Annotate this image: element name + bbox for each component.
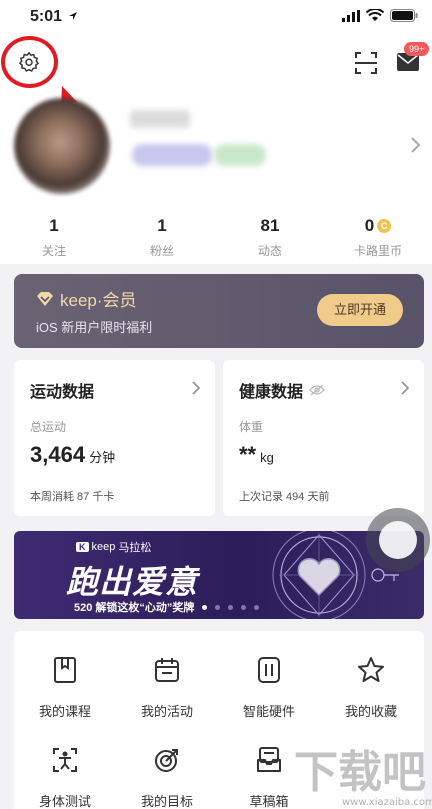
assistive-touch-inner bbox=[379, 521, 417, 559]
watermark-logo: 下载吧 www.xiazaiba.com bbox=[294, 747, 432, 808]
annotation-circle bbox=[1, 36, 58, 88]
watermark-text: 下载吧 bbox=[294, 747, 426, 798]
stat-label: 卡路里币 bbox=[353, 244, 402, 258]
body-test-icon bbox=[53, 748, 77, 772]
coin-icon: C bbox=[377, 219, 392, 233]
banner-brand-suffix: 马拉松 bbox=[118, 542, 152, 554]
grid-item-label: 我的活动 bbox=[140, 704, 193, 719]
grid-item-label: 身体测试 bbox=[38, 794, 91, 809]
health-card-title: 健康数据 bbox=[239, 384, 304, 401]
carousel-dots bbox=[202, 605, 259, 610]
sport-data-card[interactable]: 运动数据 总运动 3,464 分钟 本周消耗 87 千卡 bbox=[14, 360, 215, 516]
cellular-signal-icon bbox=[342, 9, 360, 22]
profile-header: 99+ 1 关注 1 粉丝 81 动态 0 C 卡路里币 bbox=[0, 34, 432, 264]
stat-value: 81 bbox=[260, 216, 280, 235]
chevron-right-icon[interactable] bbox=[410, 136, 422, 154]
sport-card-title: 运动数据 bbox=[30, 384, 95, 401]
stat-label: 动态 bbox=[257, 244, 282, 258]
health-card-value: ** kg bbox=[239, 442, 274, 468]
grid-item-smart-hardware[interactable]: 智能硬件 bbox=[218, 655, 320, 720]
watermark-url: www.xiazaiba.com bbox=[342, 797, 432, 808]
username-blurred bbox=[130, 110, 190, 128]
notification-badge: 99+ bbox=[404, 42, 430, 56]
grid-item-favorites[interactable]: 我的收藏 bbox=[320, 655, 422, 720]
open-membership-button[interactable]: 立即开通 bbox=[317, 294, 403, 326]
grid-item-activities[interactable]: 我的活动 bbox=[116, 655, 218, 720]
stat-following[interactable]: 1 关注 bbox=[0, 216, 108, 259]
grid-item-label: 我的目标 bbox=[140, 794, 193, 809]
chevron-right-icon bbox=[401, 381, 410, 395]
stat-followers[interactable]: 1 粉丝 bbox=[108, 216, 216, 259]
battery-icon bbox=[390, 9, 418, 22]
status-icons bbox=[342, 9, 418, 22]
grid-item-goals[interactable]: 我的目标 bbox=[116, 745, 218, 809]
sport-card-value: 3,464 分钟 bbox=[30, 442, 115, 468]
status-bar: 5:01 bbox=[0, 0, 432, 34]
stats-row: 1 关注 1 粉丝 81 动态 0 C 卡路里币 bbox=[0, 216, 432, 259]
carousel-dot[interactable] bbox=[241, 605, 246, 610]
chevron-right-icon bbox=[192, 381, 201, 395]
status-time-text: 5:01 bbox=[30, 8, 63, 25]
stat-posts[interactable]: 81 动态 bbox=[216, 216, 324, 259]
health-data-card[interactable]: 健康数据 体重 ** kg 上次记录 494 天前 bbox=[223, 360, 424, 516]
membership-logo-text: keep·会员 bbox=[60, 291, 137, 310]
grid-item-label: 我的课程 bbox=[38, 704, 91, 719]
user-tag-blurred bbox=[214, 144, 266, 166]
stat-label: 粉丝 bbox=[149, 244, 174, 258]
membership-card[interactable]: keep·会员 iOS 新用户限时福利 立即开通 bbox=[14, 274, 424, 348]
unit: kg bbox=[260, 450, 274, 465]
diamond-icon bbox=[37, 291, 53, 306]
target-icon bbox=[155, 749, 178, 772]
promo-banner[interactable]: K keep 马拉松 跑出爱意 520 解锁这枚“心动”奖牌 bbox=[14, 531, 424, 619]
star-icon bbox=[358, 657, 384, 682]
banner-headline: 跑出爱意 bbox=[66, 564, 199, 600]
grid-item-label: 智能硬件 bbox=[242, 704, 295, 719]
stat-value: 0 bbox=[364, 216, 375, 235]
weight-value: ** bbox=[239, 442, 257, 467]
grid-item-courses[interactable]: 我的课程 bbox=[14, 655, 116, 720]
sport-card-label: 总运动 bbox=[30, 420, 67, 434]
card-title: 运动数据 bbox=[30, 378, 94, 402]
health-card-label: 体重 bbox=[239, 420, 264, 434]
user-tag-blurred bbox=[132, 144, 212, 166]
banner-subtitle: 520 解锁这枚“心动”奖牌 bbox=[74, 602, 195, 614]
wifi-icon bbox=[366, 9, 384, 21]
banner-brand: K keep 马拉松 bbox=[76, 539, 151, 555]
status-time: 5:01 bbox=[30, 8, 78, 26]
carousel-dot[interactable] bbox=[254, 605, 259, 610]
stat-label: 关注 bbox=[41, 244, 66, 258]
membership-subtitle: iOS 新用户限时福利 bbox=[36, 320, 153, 335]
calendar-icon bbox=[155, 658, 179, 682]
carousel-dot[interactable] bbox=[215, 605, 220, 610]
keep-k-icon: K bbox=[76, 542, 89, 552]
smart-device-icon bbox=[258, 657, 280, 683]
health-card-footer: 上次记录 494 天前 bbox=[239, 491, 330, 503]
total-minutes: 3,464 bbox=[30, 442, 86, 467]
eye-hidden-icon[interactable] bbox=[309, 384, 325, 396]
grid-item-body-test[interactable]: 身体测试 bbox=[14, 745, 116, 809]
sport-card-footer: 本周消耗 87 千卡 bbox=[30, 491, 115, 503]
card-title: 健康数据 bbox=[239, 378, 325, 402]
scan-icon[interactable] bbox=[352, 49, 380, 77]
carousel-dot[interactable] bbox=[228, 605, 233, 610]
grid-item-label: 我的收藏 bbox=[344, 704, 397, 719]
banner-brand-text: keep bbox=[91, 541, 116, 553]
drafts-icon bbox=[257, 747, 281, 772]
avatar[interactable] bbox=[14, 98, 110, 194]
carousel-dot[interactable] bbox=[202, 605, 207, 610]
membership-logo: keep·会员 bbox=[36, 286, 137, 311]
stat-value: 1 bbox=[49, 216, 59, 235]
stat-calorie-coins[interactable]: 0 C 卡路里币 bbox=[324, 216, 432, 259]
assistive-touch-button[interactable] bbox=[366, 508, 430, 572]
stat-value: 1 bbox=[157, 216, 167, 235]
location-arrow-icon bbox=[69, 12, 78, 20]
unit: 分钟 bbox=[89, 450, 116, 465]
bookmark-book-icon bbox=[54, 657, 76, 683]
